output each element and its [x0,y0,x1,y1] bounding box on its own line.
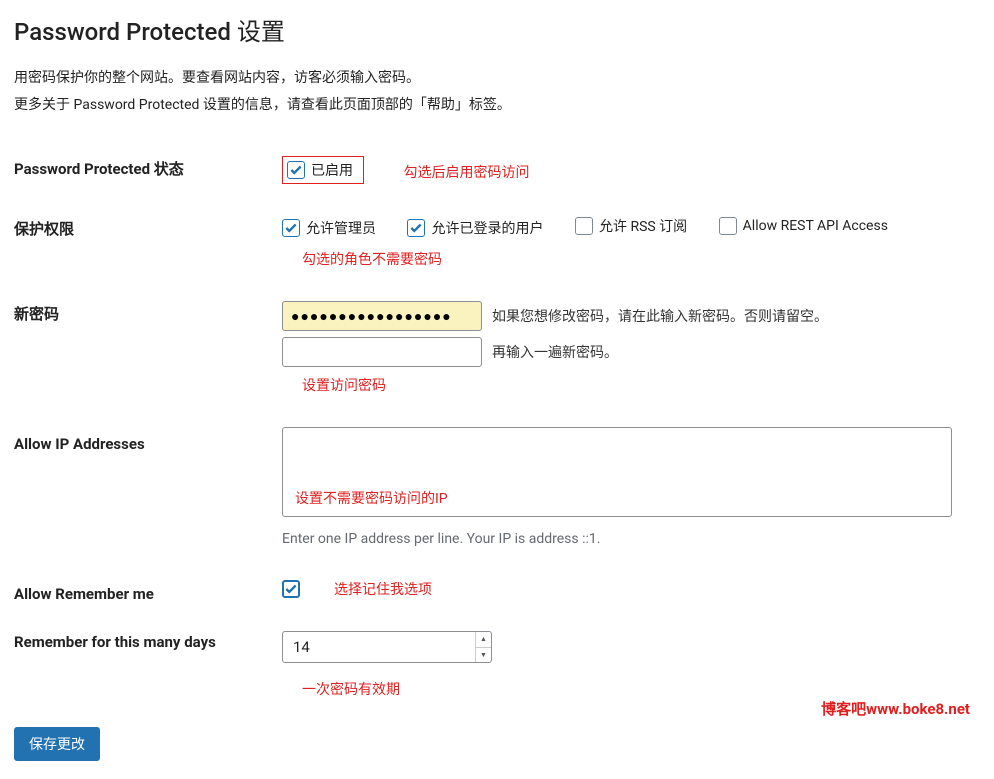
confirm-password-input[interactable] [282,337,482,367]
chevron-up-icon[interactable]: ▲ [476,632,491,648]
watermark-text: 博客吧www.boke8.net [821,698,970,719]
settings-page: Password Protected 设置 用密码保护你的整个网站。要查看网站内… [0,0,994,779]
description-line-1: 用密码保护你的整个网站。要查看网站内容，访客必须输入密码。 [14,65,980,92]
remember-days-input[interactable]: 14 ▲ ▼ [282,631,492,663]
new-password-input[interactable]: ●●●●●●●●●●●●●●●●● [282,301,482,331]
permissions-label: 保护权限 [14,206,282,291]
remember-days-note: 一次密码有效期 [302,679,980,699]
row-new-password: 新密码 ●●●●●●●●●●●●●●●●● 如果您想修改密码，请在此输入新密码。… [14,291,980,417]
perm-label: 允许 RSS 订阅 [599,216,687,236]
remember-me-label: Allow Remember me [14,569,282,621]
checkbox-icon [719,217,737,235]
perm-allow-admin[interactable]: 允许管理员 [282,218,376,238]
number-spinner[interactable]: ▲ ▼ [475,632,491,662]
checkbox-icon [282,219,300,237]
perm-label: Allow REST API Access [743,218,888,234]
remember-me-note: 选择记住我选项 [334,579,432,599]
chevron-down-icon[interactable]: ▼ [476,648,491,663]
allow-ip-label: Allow IP Addresses [14,417,282,569]
status-enabled-checkbox[interactable]: 已启用 [282,156,364,184]
permissions-note: 勾选的角色不需要密码 [302,249,980,269]
allow-ip-inner-note: 设置不需要密码访问的IP [295,488,448,508]
remember-me-checkbox[interactable] [282,580,300,598]
row-remember-me: Allow Remember me 选择记住我选项 [14,569,980,621]
password-note: 设置访问密码 [302,375,980,395]
status-checkbox-label: 已启用 [311,160,353,180]
remember-days-label: Remember for this many days [14,621,282,721]
perm-label: 允许已登录的用户 [431,218,543,238]
new-password-hint: 如果您想修改密码，请在此输入新密码。否则请留空。 [492,306,828,326]
perm-allow-rest-api[interactable]: Allow REST API Access [719,217,888,235]
row-permissions: 保护权限 允许管理员 允许已登录的用户 [14,206,980,291]
row-allow-ip: Allow IP Addresses 设置不需要密码访问的IP Enter on… [14,417,980,569]
save-button[interactable]: 保存更改 [14,727,100,761]
checkbox-icon [287,161,305,179]
perm-allow-rss[interactable]: 允许 RSS 订阅 [575,216,687,236]
checkbox-icon [575,217,593,235]
allow-ip-textarea[interactable]: 设置不需要密码访问的IP [282,427,952,517]
remember-days-value: 14 [283,638,475,656]
status-note: 勾选后启用密码访问 [403,165,529,181]
page-description: 用密码保护你的整个网站。要查看网站内容，访客必须输入密码。 更多关于 Passw… [14,65,980,118]
allow-ip-hint: Enter one IP address per line. Your IP i… [282,531,980,547]
page-title: Password Protected 设置 [14,12,980,47]
checkbox-icon [407,219,425,237]
row-status: Password Protected 状态 已启用 勾选后启用密码访问 [14,146,980,206]
settings-form: Password Protected 状态 已启用 勾选后启用密码访问 保护权限 [14,146,980,721]
status-label: Password Protected 状态 [14,146,282,206]
confirm-password-hint: 再输入一遍新密码。 [492,342,618,362]
new-password-label: 新密码 [14,291,282,417]
perm-label: 允许管理员 [306,218,376,238]
description-line-2: 更多关于 Password Protected 设置的信息，请查看此页面顶部的「… [14,92,980,119]
perm-allow-logged-in[interactable]: 允许已登录的用户 [407,218,543,238]
